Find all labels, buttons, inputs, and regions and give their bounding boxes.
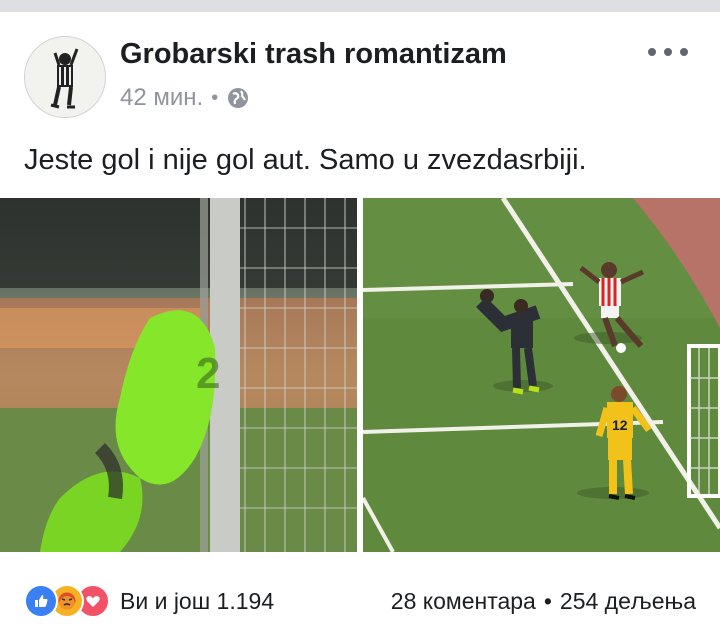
post-time[interactable]: 42 мин. <box>120 84 203 112</box>
page-avatar[interactable] <box>24 36 106 118</box>
meta-separator: • <box>211 86 219 109</box>
shares-count[interactable]: 254 дељења <box>560 588 696 615</box>
reactions-summary[interactable]: Ви и још 1.194 <box>24 584 274 618</box>
post-photo-right[interactable]: 12 <box>363 198 720 552</box>
like-icon <box>24 584 58 618</box>
comments-count[interactable]: 28 коментара <box>391 588 536 615</box>
goal-line-photo: 12 <box>363 198 720 552</box>
svg-text:2: 2 <box>196 349 220 398</box>
player-sketch-icon <box>25 37 105 117</box>
post-photo-left[interactable]: 2 <box>0 198 357 552</box>
goalkeeper-dive-photo: 2 <box>0 198 357 552</box>
more-options-icon[interactable] <box>648 40 688 64</box>
page-name-link[interactable]: Grobarski trash romantizam <box>120 38 507 71</box>
stats-separator: • <box>543 587 552 614</box>
post-meta: 42 мин. • <box>120 84 250 112</box>
more-dot <box>664 48 672 56</box>
reactions-count[interactable]: Ви и још 1.194 <box>120 588 274 615</box>
more-dot <box>648 48 656 56</box>
jersey-number: 12 <box>612 417 628 433</box>
feed-divider <box>0 0 720 12</box>
post-text: Jeste gol i nije gol aut. Samo u zvezdas… <box>24 144 587 176</box>
post-stats: 28 коментара • 254 дељења <box>391 588 696 615</box>
more-dot <box>680 48 688 56</box>
post-footer: Ви и још 1.194 28 коментара • 254 дељења <box>24 584 696 618</box>
globe-icon[interactable] <box>226 86 250 110</box>
